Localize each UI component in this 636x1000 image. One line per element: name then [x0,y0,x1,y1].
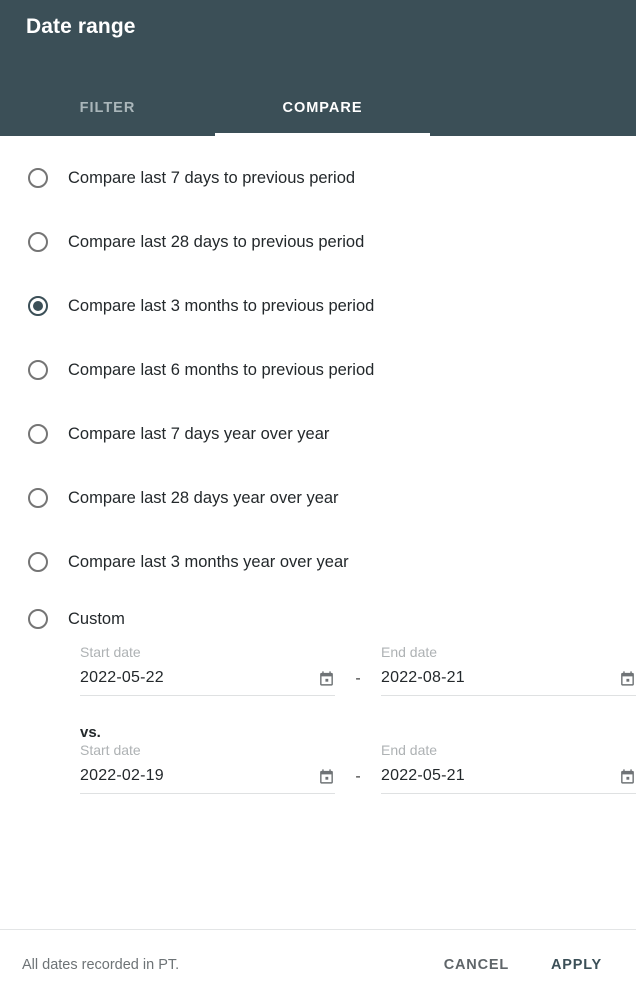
primary-start-date-field: Start date 2022-05-22 [80,644,335,696]
tab-compare[interactable]: COMPARE [215,80,430,136]
comparison-end-date-label: End date [381,742,636,758]
tab-filter-label: FILTER [80,100,136,116]
vs-label: vs. [80,724,616,741]
option-label: Compare last 6 months to previous period [68,362,374,379]
dialog-footer: All dates recorded in PT. CANCEL APPLY [0,929,636,1000]
radio-icon-selected[interactable] [28,296,48,316]
calendar-icon[interactable] [318,670,335,687]
date-range-dialog: Date range FILTER COMPARE Compare last 7… [0,0,636,1000]
option-row-28-days-previous[interactable]: Compare last 28 days to previous period [0,210,636,274]
comparison-start-date-label: Start date [80,742,335,758]
dialog-body: Compare last 7 days to previous period C… [0,136,636,929]
primary-start-date-value: 2022-05-22 [80,669,164,687]
option-row-custom[interactable]: Custom [0,594,636,644]
primary-end-date-value: 2022-08-21 [381,669,465,687]
cancel-button[interactable]: CANCEL [434,949,519,981]
option-row-7-days-previous[interactable]: Compare last 7 days to previous period [0,146,636,210]
option-row-3-months-previous[interactable]: Compare last 3 months to previous period [0,274,636,338]
comparison-start-date-input[interactable]: 2022-02-19 [80,767,335,794]
page-title: Date range [26,15,136,39]
comparison-start-date-value: 2022-02-19 [80,767,164,785]
comparison-start-date-field: Start date 2022-02-19 [80,742,335,794]
calendar-icon[interactable] [619,670,636,687]
calendar-icon[interactable] [318,768,335,785]
radio-icon[interactable] [28,232,48,252]
primary-date-range: Start date 2022-05-22 - End date [80,644,616,696]
primary-end-date-input[interactable]: 2022-08-21 [381,669,636,696]
tab-filter[interactable]: FILTER [0,80,215,136]
option-row-28-days-yoy[interactable]: Compare last 28 days year over year [0,466,636,530]
primary-start-date-label: Start date [80,644,335,660]
dialog-header: Date range FILTER COMPARE [0,0,636,136]
option-label: Compare last 7 days year over year [68,426,329,443]
radio-icon[interactable] [28,488,48,508]
comparison-date-range: Start date 2022-02-19 - End date [80,742,616,794]
comparison-end-date-value: 2022-05-21 [381,767,465,785]
primary-end-date-label: End date [381,644,636,660]
radio-icon[interactable] [28,552,48,572]
option-row-7-days-yoy[interactable]: Compare last 7 days year over year [0,402,636,466]
tab-compare-label: COMPARE [282,100,362,116]
primary-end-date-field: End date 2022-08-21 [381,644,636,696]
option-label: Compare last 3 months year over year [68,554,349,571]
calendar-icon[interactable] [619,768,636,785]
option-label: Compare last 3 months to previous period [68,298,374,315]
radio-icon[interactable] [28,609,48,629]
primary-range-separator: - [335,670,381,696]
radio-icon[interactable] [28,360,48,380]
option-label: Compare last 28 days to previous period [68,234,364,251]
option-row-3-months-yoy[interactable]: Compare last 3 months year over year [0,530,636,594]
comparison-end-date-input[interactable]: 2022-05-21 [381,767,636,794]
primary-start-date-input[interactable]: 2022-05-22 [80,669,335,696]
option-row-6-months-previous[interactable]: Compare last 6 months to previous period [0,338,636,402]
timezone-note: All dates recorded in PT. [22,957,434,973]
comparison-range-separator: - [335,768,381,794]
apply-button[interactable]: APPLY [541,949,612,981]
custom-date-fields: Start date 2022-05-22 - End date [0,644,636,794]
option-label: Compare last 7 days to previous period [68,170,355,187]
comparison-end-date-field: End date 2022-05-21 [381,742,636,794]
radio-icon[interactable] [28,424,48,444]
option-label: Compare last 28 days year over year [68,490,339,507]
radio-icon[interactable] [28,168,48,188]
option-label-custom: Custom [68,611,125,628]
tab-bar: FILTER COMPARE [0,80,636,136]
